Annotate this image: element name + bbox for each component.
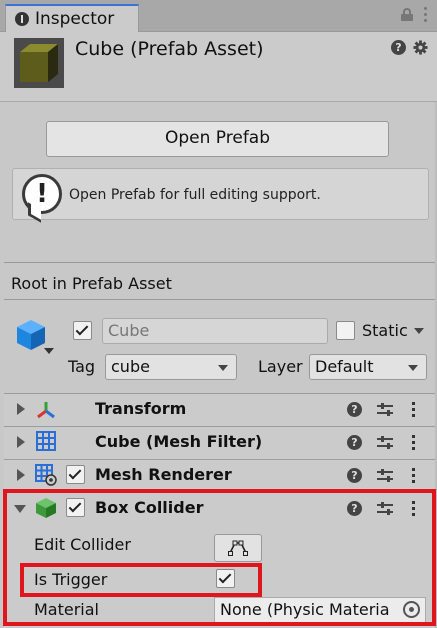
gameobject-cube-icon[interactable]	[15, 318, 47, 352]
info-icon	[15, 12, 29, 26]
info-bubble-icon: !	[22, 174, 62, 214]
static-checkbox[interactable]	[336, 321, 355, 340]
chevron-down-icon[interactable]	[218, 365, 228, 371]
help-icon[interactable]: ?	[347, 468, 362, 483]
component-label: Transform	[95, 399, 187, 418]
help-message: Open Prefab for full editing support.	[69, 187, 321, 203]
enabled-checkbox[interactable]	[66, 465, 85, 484]
transform-icon	[37, 402, 55, 419]
layer-value: Default	[315, 357, 374, 376]
kebab-menu-icon[interactable]	[412, 402, 415, 417]
tab-inspector[interactable]: Inspector	[5, 4, 139, 33]
icon-dropdown-arrow[interactable]	[44, 348, 54, 354]
mesh-renderer-icon	[35, 464, 57, 486]
active-checkbox[interactable]	[73, 321, 92, 340]
inspector-window: Inspector Cube (Prefab Asset) ? Open Pre…	[0, 0, 437, 628]
foldout-arrow-icon[interactable]	[17, 436, 25, 448]
chevron-down-icon[interactable]	[408, 365, 418, 371]
lock-icon[interactable]	[401, 8, 413, 21]
highlight-is-trigger	[20, 563, 262, 597]
divider	[4, 262, 435, 263]
static-label[interactable]: Static	[362, 321, 408, 340]
tab-menu-icon[interactable]	[424, 7, 427, 22]
tag-value: cube	[111, 357, 150, 376]
help-icon[interactable]: ?	[347, 435, 362, 450]
component-label: Cube (Mesh Filter)	[95, 432, 263, 451]
cube-preview-thumbnail	[14, 38, 64, 88]
help-icon[interactable]: ?	[391, 40, 406, 55]
help-box: ! Open Prefab for full editing support.	[12, 168, 429, 220]
foldout-arrow-icon[interactable]	[17, 403, 25, 415]
presets-icon[interactable]	[377, 403, 393, 417]
page-title: Cube (Prefab Asset)	[75, 38, 264, 60]
open-prefab-button[interactable]: Open Prefab	[46, 121, 389, 157]
mesh-filter-icon	[36, 431, 56, 451]
component-header-transform[interactable]	[4, 393, 435, 426]
help-icon[interactable]: ?	[347, 402, 362, 417]
kebab-menu-icon[interactable]	[412, 468, 415, 483]
highlight-box-collider	[3, 489, 436, 626]
name-field[interactable]: Cube	[102, 318, 328, 344]
tab-label: Inspector	[35, 9, 115, 29]
section-label: Root in Prefab Asset	[11, 274, 172, 293]
foldout-arrow-icon[interactable]	[17, 469, 25, 481]
kebab-menu-icon[interactable]	[412, 435, 415, 450]
layer-label: Layer	[258, 357, 303, 376]
presets-icon[interactable]	[377, 436, 393, 450]
component-label: Mesh Renderer	[95, 465, 232, 484]
divider	[4, 299, 435, 300]
presets-icon[interactable]	[377, 469, 393, 483]
gear-icon[interactable]	[413, 40, 428, 55]
static-dropdown-arrow[interactable]	[414, 328, 424, 334]
tag-label: Tag	[68, 357, 96, 376]
